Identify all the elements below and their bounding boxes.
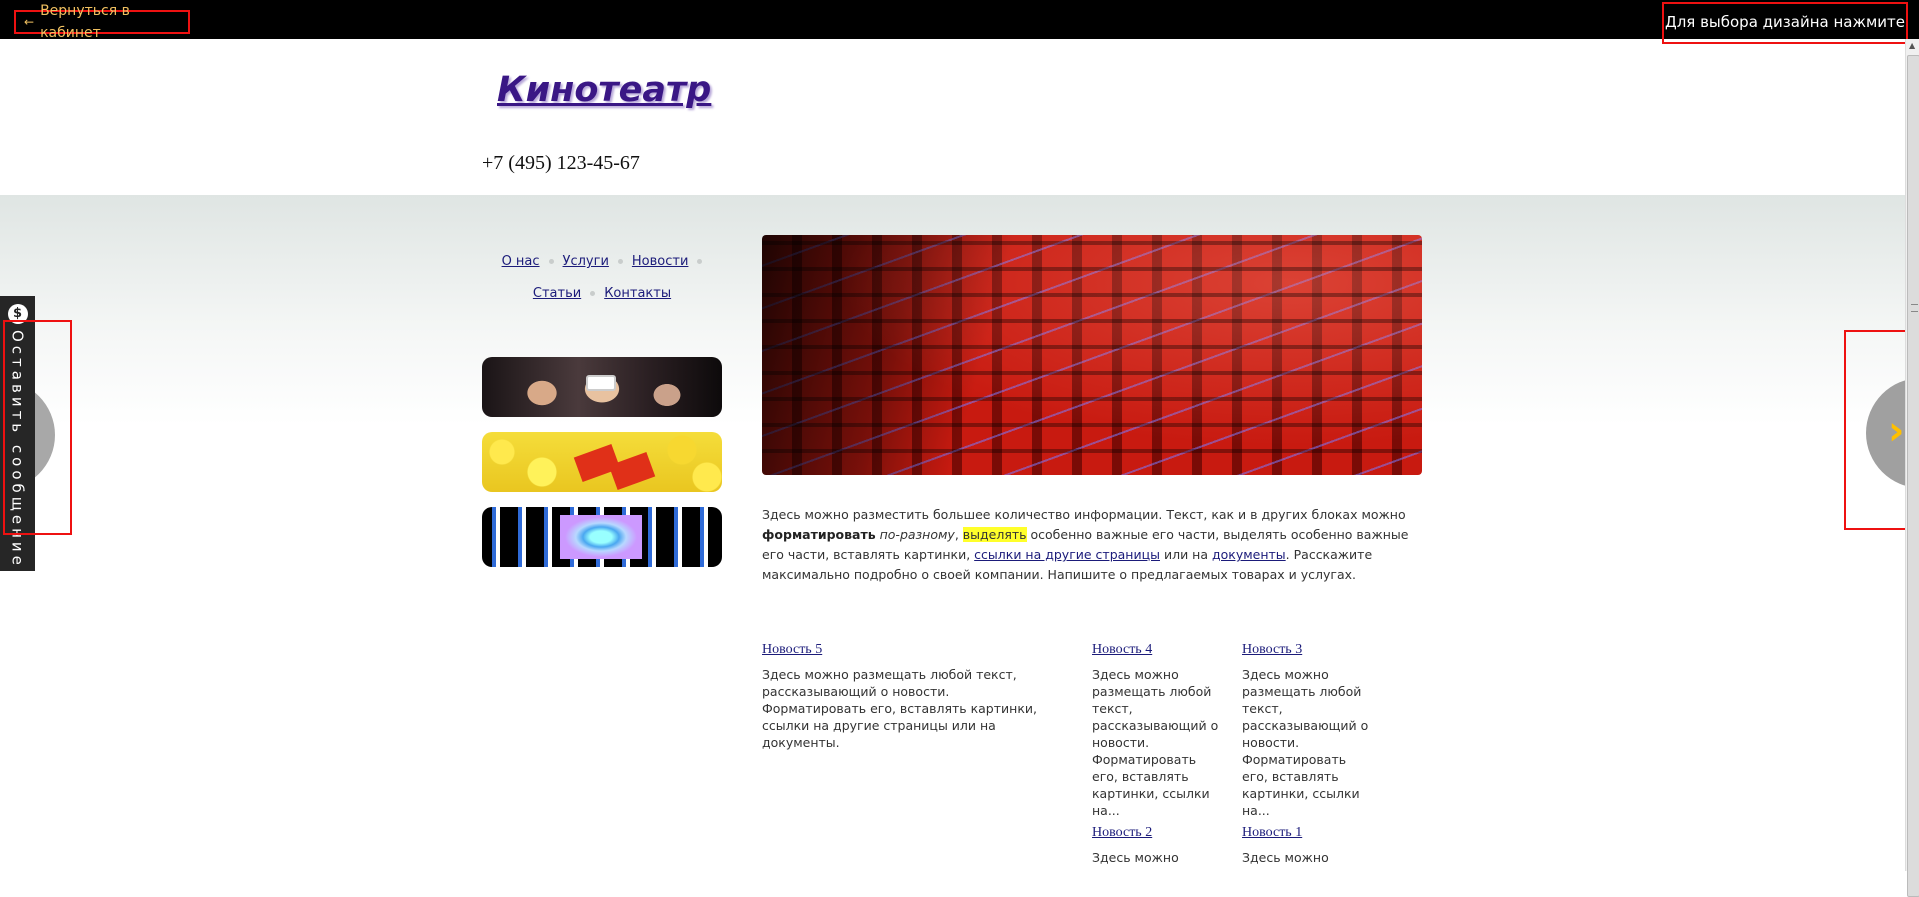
intro-paragraph: Здесь можно разместить большее количеств… — [762, 505, 1422, 585]
news-item: Новость 4 Здесь можно размещать любой те… — [1092, 641, 1222, 819]
news-item: Новость 2 Здесь можно — [1092, 824, 1222, 866]
seats-overlay — [762, 235, 1422, 475]
scrollbar-thumb[interactable] — [1907, 55, 1919, 897]
nav-item-contacts[interactable]: Контакты — [604, 286, 671, 301]
intro-bold: форматировать — [762, 527, 876, 542]
arrow-left-icon: ← — [24, 15, 35, 29]
intro-highlight: выделять — [962, 527, 1027, 542]
top-bar: ← Вернуться в кабинет Для выбора дизайна… — [0, 0, 1919, 67]
main-nav: О нас Услуги Новости Статьи Контакты — [482, 254, 722, 318]
design-select-hint[interactable]: Для выбора дизайна нажмите Enter — [1662, 2, 1908, 67]
hero-cinema-seats-image — [762, 235, 1422, 475]
news-text: Здесь можно размещать любой текст, расск… — [1242, 667, 1369, 818]
site-logo[interactable]: Кинотеатр — [497, 70, 711, 110]
intro-text-3: , — [954, 527, 963, 542]
nav-separator — [590, 291, 596, 296]
news-text: Здесь можно — [1242, 850, 1329, 865]
thumb-popcorn-image[interactable] — [482, 432, 722, 492]
news-title[interactable]: Новость 1 — [1242, 824, 1372, 841]
intro-italic: по-разному — [879, 527, 955, 542]
news-item: Новость 5 Здесь можно размещать любой те… — [762, 641, 1052, 751]
vertical-scrollbar[interactable]: ▲ — [1905, 39, 1919, 897]
back-to-cabinet-label: Вернуться в кабинет — [40, 3, 130, 41]
scroll-up-icon[interactable]: ▲ — [1909, 41, 1915, 50]
nav-separator — [617, 259, 623, 264]
news-item: Новость 1 Здесь можно — [1242, 824, 1372, 866]
scrollbar-grip-icon — [1911, 304, 1918, 312]
highlight-box-left — [3, 320, 72, 535]
back-to-cabinet-link[interactable]: ← Вернуться в кабинет — [14, 3, 190, 41]
news-text: Здесь можно размещать любой текст, расск… — [1092, 667, 1219, 818]
news-title[interactable]: Новость 2 — [1092, 824, 1222, 841]
nav-item-news[interactable]: Новости — [632, 254, 689, 269]
link-other-pages[interactable]: ссылки на другие страницы — [974, 547, 1160, 562]
news-text: Здесь можно размещать любой текст, расск… — [762, 667, 1037, 750]
nav-item-articles[interactable]: Статьи — [533, 286, 581, 301]
intro-text-1: Здесь можно разместить большее количеств… — [762, 507, 1406, 522]
thumb-3d-audience-image[interactable] — [482, 357, 722, 417]
news-text: Здесь можно — [1092, 850, 1179, 865]
site-phone: +7 (495) 123-45-67 — [482, 152, 640, 174]
link-documents[interactable]: документы — [1212, 547, 1286, 562]
3d-glasses-shape — [586, 375, 616, 391]
intro-text-5: или на — [1159, 547, 1212, 562]
news-title[interactable]: Новость 4 — [1092, 641, 1222, 658]
nav-item-services[interactable]: Услуги — [563, 254, 609, 269]
thumb-film-strip-image[interactable] — [482, 507, 722, 567]
news-item: Новость 3 Здесь можно размещать любой те… — [1242, 641, 1372, 819]
news-title[interactable]: Новость 5 — [762, 641, 1052, 658]
nav-separator — [697, 259, 703, 264]
nav-item-about[interactable]: О нас — [502, 254, 540, 269]
nav-separator — [548, 259, 554, 264]
film-frame-shape — [560, 515, 642, 559]
news-title[interactable]: Новость 3 — [1242, 641, 1372, 658]
